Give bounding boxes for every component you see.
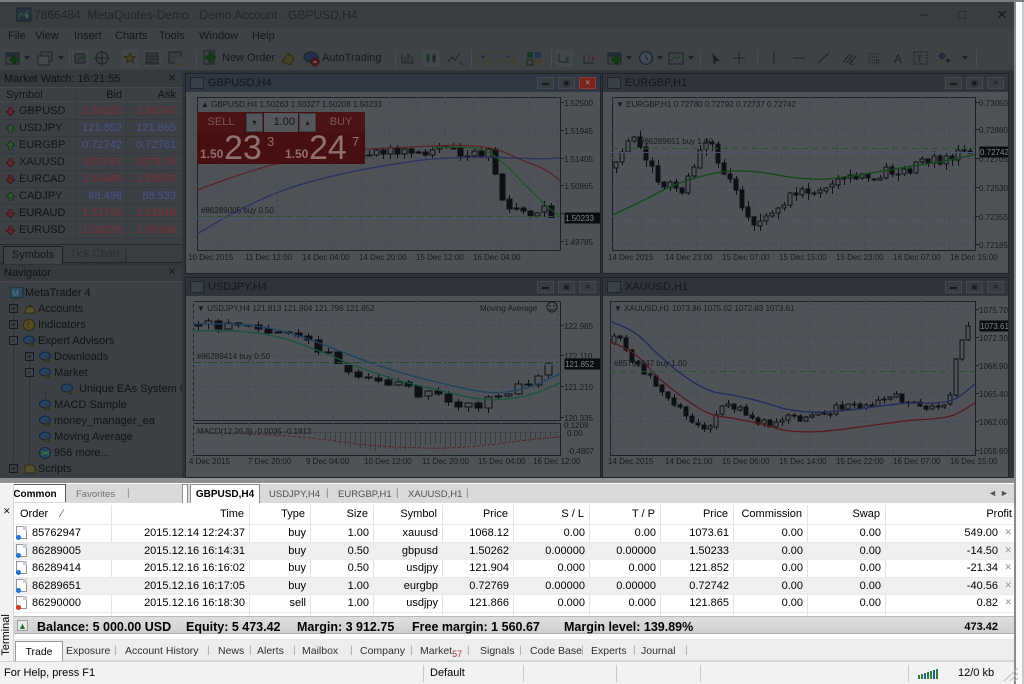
svg-text:14 Dec 21:00: 14 Dec 21:00: [665, 457, 713, 466]
svg-text:14 Dec 20:00: 14 Dec 20:00: [359, 253, 407, 262]
svg-text:#86289414 buy 0.50: #86289414 buy 0.50: [197, 352, 271, 361]
svg-text:1.52500: 1.52500: [564, 99, 593, 108]
svg-text:▼ XAUUSD,H1 1073.86 1075.02 1: ▼ XAUUSD,H1 1073.86 1075.02 1072.83 1073…: [614, 304, 795, 313]
svg-text:#85762947 buy 1.00: #85762947 buy 1.00: [614, 359, 688, 368]
svg-text:M: M: [12, 289, 19, 298]
svg-text:A: A: [894, 52, 902, 66]
svg-text:7 Dec 20:00: 7 Dec 20:00: [248, 457, 292, 466]
svg-text:▼ EURGBP,H1 0.72780 0.72792 0: ▼ EURGBP,H1 0.72780 0.72792 0.72737 0.72…: [616, 100, 796, 109]
svg-text:121.210: 121.210: [564, 383, 593, 392]
svg-text:1.49785: 1.49785: [564, 238, 593, 247]
svg-text:15 Dec 06:00: 15 Dec 06:00: [722, 457, 770, 466]
svg-text:16 Dec 07:00: 16 Dec 07:00: [893, 253, 941, 262]
svg-text:11 Dec 20:00: 11 Dec 20:00: [422, 457, 470, 466]
svg-text:MACD(12,26,9) -0.0035 -0.1813: MACD(12,26,9) -0.0035 -0.1813: [197, 427, 312, 436]
svg-text:14 Dec 2015: 14 Dec 2015: [608, 457, 654, 466]
svg-text:15 Dec 23:00: 15 Dec 23:00: [836, 253, 884, 262]
svg-text:10 Dec 12:00: 10 Dec 12:00: [364, 457, 412, 466]
svg-text:T: T: [917, 54, 923, 64]
svg-text:14 Dec 23:00: 14 Dec 23:00: [665, 253, 713, 262]
svg-text:1073.61: 1073.61: [980, 322, 1008, 331]
svg-text:4 Dec 2015: 4 Dec 2015: [189, 457, 230, 466]
svg-text:11 Dec 12:00: 11 Dec 12:00: [245, 253, 293, 262]
svg-text:Moving Average: Moving Average: [480, 304, 538, 313]
svg-text:0.72530: 0.72530: [979, 184, 1008, 193]
svg-text:15 Dec 04:00: 15 Dec 04:00: [478, 457, 526, 466]
svg-text:15 Dec 22:00: 15 Dec 22:00: [836, 457, 884, 466]
svg-text:16 Dec 12:00: 16 Dec 12:00: [533, 457, 581, 466]
svg-text:#86289005 buy 0.50: #86289005 buy 0.50: [201, 206, 275, 215]
svg-text:14 Dec 2015: 14 Dec 2015: [608, 253, 654, 262]
svg-text:16 Dec 04:00: 16 Dec 04:00: [473, 253, 521, 262]
svg-text:▲ GBPUSD,H4 1.50263 1.50327 1: ▲ GBPUSD,H4 1.50263 1.50327 1.50208 1.50…: [201, 100, 382, 109]
svg-text:1072.30: 1072.30: [979, 334, 1008, 343]
svg-text:16 Dec 15:00: 16 Dec 15:00: [950, 253, 998, 262]
svg-text:1065.40: 1065.40: [979, 390, 1008, 399]
svg-text:1.51945: 1.51945: [564, 127, 593, 136]
svg-text:15 Dec 12:00: 15 Dec 12:00: [416, 253, 464, 262]
svg-text:-0.4807: -0.4807: [567, 447, 595, 456]
svg-text:15 Dec 15:00: 15 Dec 15:00: [779, 253, 827, 262]
svg-text:14 Dec 04:00: 14 Dec 04:00: [302, 253, 350, 262]
svg-text:1068.90: 1068.90: [979, 362, 1008, 371]
svg-text:122.985: 122.985: [564, 322, 593, 331]
svg-text:1058.60: 1058.60: [979, 447, 1008, 456]
svg-text:9 Dec 04:00: 9 Dec 04:00: [306, 457, 350, 466]
svg-text:16 Dec 07:00: 16 Dec 07:00: [893, 457, 941, 466]
svg-text:10 Dec 2015: 10 Dec 2015: [188, 253, 234, 262]
svg-text:▼ USDJPY,H4 121.813 121.904 1: ▼ USDJPY,H4 121.813 121.904 121.796 121.…: [197, 304, 375, 313]
svg-text:E: E: [850, 61, 854, 67]
svg-text:15 Dec 07:00: 15 Dec 07:00: [722, 253, 770, 262]
svg-text:0.72880: 0.72880: [979, 126, 1008, 135]
svg-text:#86289651 buy 1.00: #86289651 buy 1.00: [640, 137, 714, 146]
svg-text:0.72742: 0.72742: [980, 148, 1008, 157]
svg-text:16 Dec 15:00: 16 Dec 15:00: [950, 457, 998, 466]
svg-text:0.72185: 0.72185: [979, 241, 1008, 250]
svg-text:15 Dec 14:00: 15 Dec 14:00: [779, 457, 827, 466]
svg-text:1.50233: 1.50233: [565, 214, 594, 223]
svg-text:1.51405: 1.51405: [564, 155, 593, 164]
svg-text:0.00: 0.00: [567, 429, 583, 438]
svg-text:1075.70: 1075.70: [979, 306, 1008, 315]
svg-text:0.72355: 0.72355: [979, 213, 1008, 222]
svg-text:1062.00: 1062.00: [979, 418, 1008, 427]
svg-text:121.852: 121.852: [565, 360, 594, 369]
svg-text:0.73050: 0.73050: [979, 99, 1008, 108]
svg-text:1.50865: 1.50865: [564, 182, 593, 191]
svg-text:F: F: [876, 61, 880, 67]
